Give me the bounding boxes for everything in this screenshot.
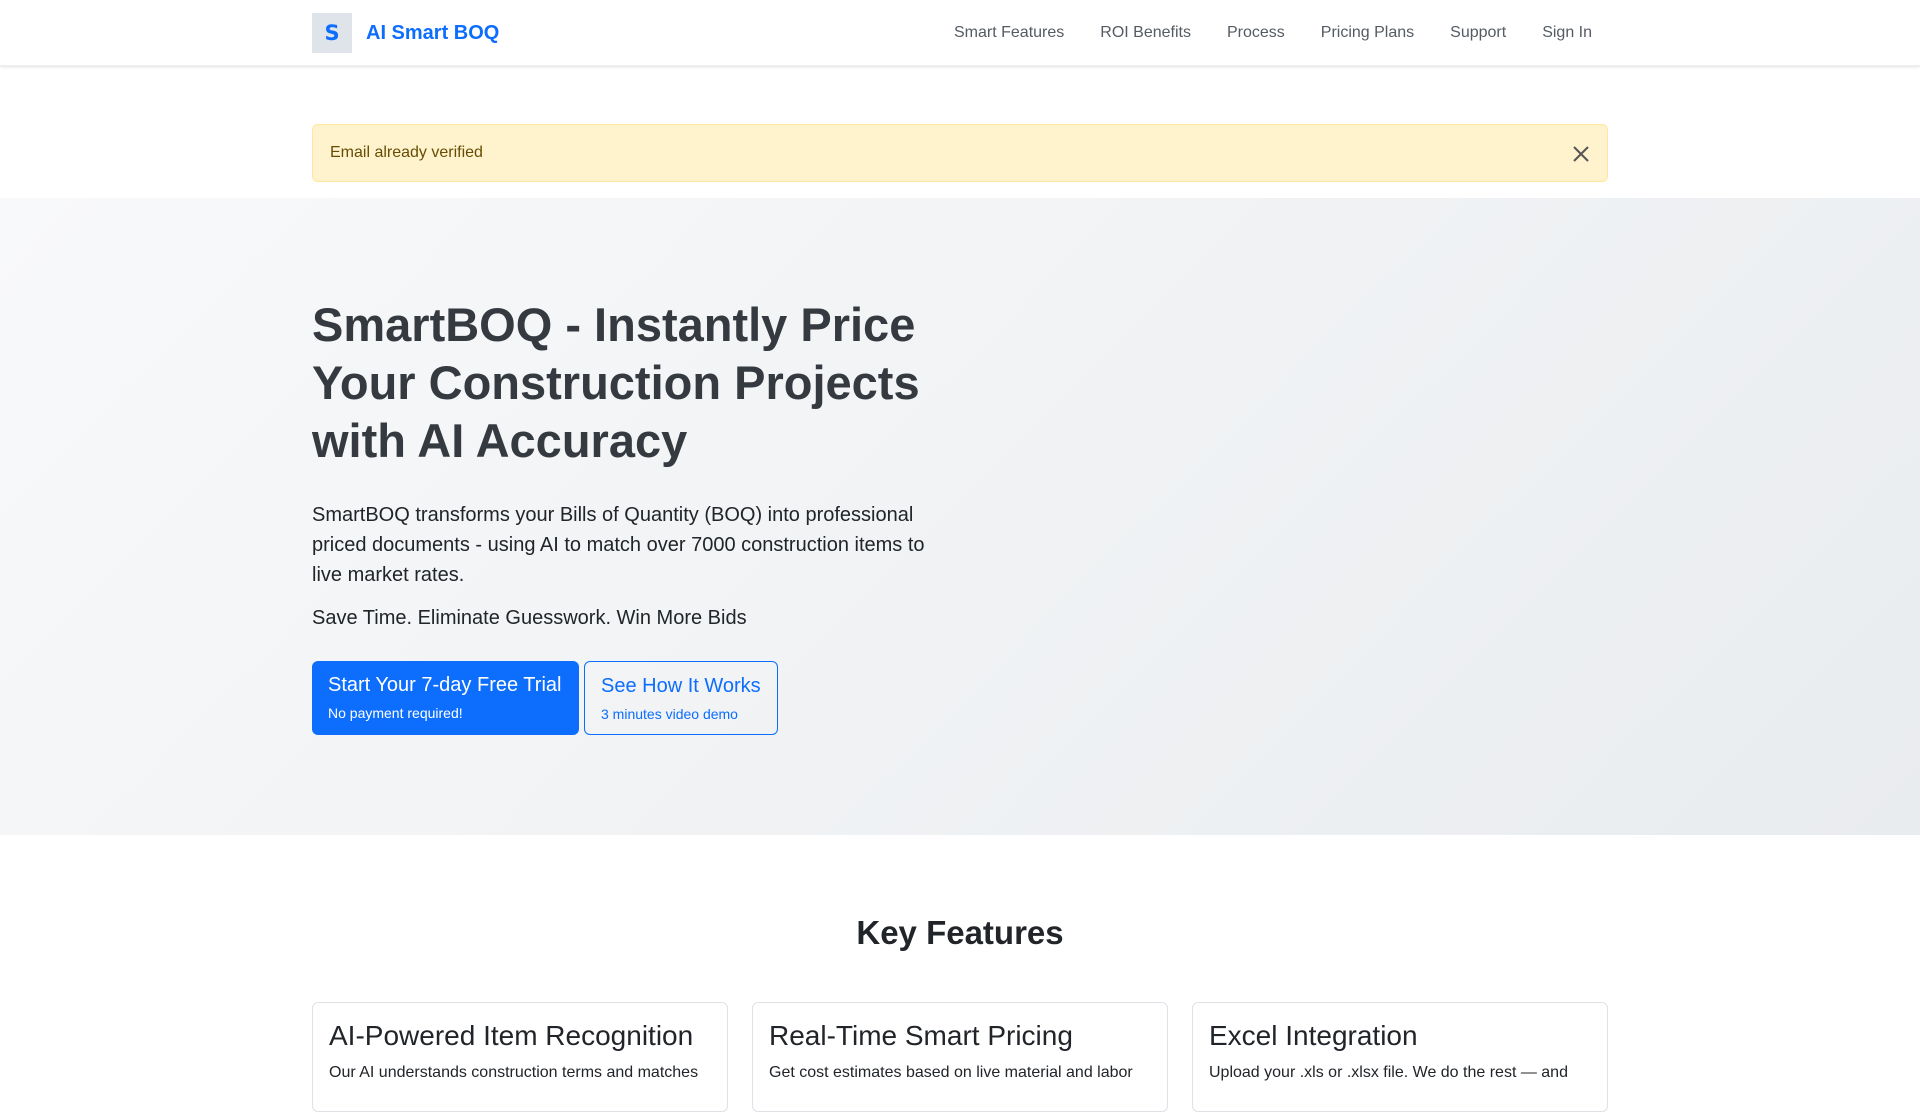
feature-card-smart-pricing: Real-Time Smart Pricing Get cost estimat… (752, 1002, 1168, 1112)
feature-card-text: Get cost estimates based on live materia… (769, 1064, 1133, 1081)
nav-menu: Smart Features ROI Benefits Process Pric… (936, 0, 1610, 66)
close-icon[interactable] (1569, 142, 1593, 166)
top-navbar: S AI Smart BOQ Smart Features ROI Benefi… (0, 0, 1920, 66)
start-trial-label: Start Your 7-day Free Trial (328, 674, 562, 696)
hero-description: SmartBOQ transforms your Bills of Quanti… (312, 504, 925, 586)
see-how-sublabel: 3 minutes video demo (601, 706, 738, 722)
feature-card-excel-integration: Excel Integration Upload your .xls or .x… (1192, 1002, 1608, 1112)
feature-card-text: Our AI understands construction terms an… (329, 1064, 699, 1081)
nav-item-roi-benefits[interactable]: ROI Benefits (1082, 24, 1209, 42)
brand-name: AI Smart BOQ (366, 21, 500, 44)
alert-message: Email already verified (330, 144, 483, 161)
hero-section: SmartBOQ - Instantly Price Your Construc… (0, 198, 1920, 835)
feature-card-title: Real-Time Smart Pricing (769, 1020, 1073, 1051)
see-how-label: See How It Works (601, 675, 761, 697)
brand-logo-icon: S (312, 13, 352, 53)
feature-card-title: AI-Powered Item Recognition (329, 1020, 694, 1051)
nav-item-sign-in[interactable]: Sign In (1524, 24, 1610, 42)
nav-item-support[interactable]: Support (1432, 24, 1524, 42)
alert-banner: Email already verified (312, 124, 1608, 182)
feature-card-title: Excel Integration (1209, 1020, 1418, 1051)
nav-item-pricing-plans[interactable]: Pricing Plans (1303, 24, 1432, 42)
nav-item-smart-features[interactable]: Smart Features (936, 24, 1082, 42)
start-trial-button[interactable]: Start Your 7-day Free Trial No payment r… (312, 661, 579, 735)
hero-tagline: Save Time. Eliminate Guesswork. Win More… (312, 607, 747, 629)
start-trial-sublabel: No payment required! (328, 705, 463, 721)
hero-title: SmartBOQ - Instantly Price Your Construc… (312, 298, 920, 467)
brand-link[interactable]: S AI Smart BOQ (312, 13, 499, 53)
brand-logo-letter: S (324, 21, 340, 45)
feature-card-text: Upload your .xls or .xlsx file. We do th… (1209, 1064, 1568, 1081)
nav-item-process[interactable]: Process (1209, 24, 1303, 42)
see-how-it-works-button[interactable]: See How It Works 3 minutes video demo (584, 661, 778, 735)
features-title: Key Features (856, 914, 1064, 951)
feature-card-ai-recognition: AI-Powered Item Recognition Our AI under… (312, 1002, 728, 1112)
